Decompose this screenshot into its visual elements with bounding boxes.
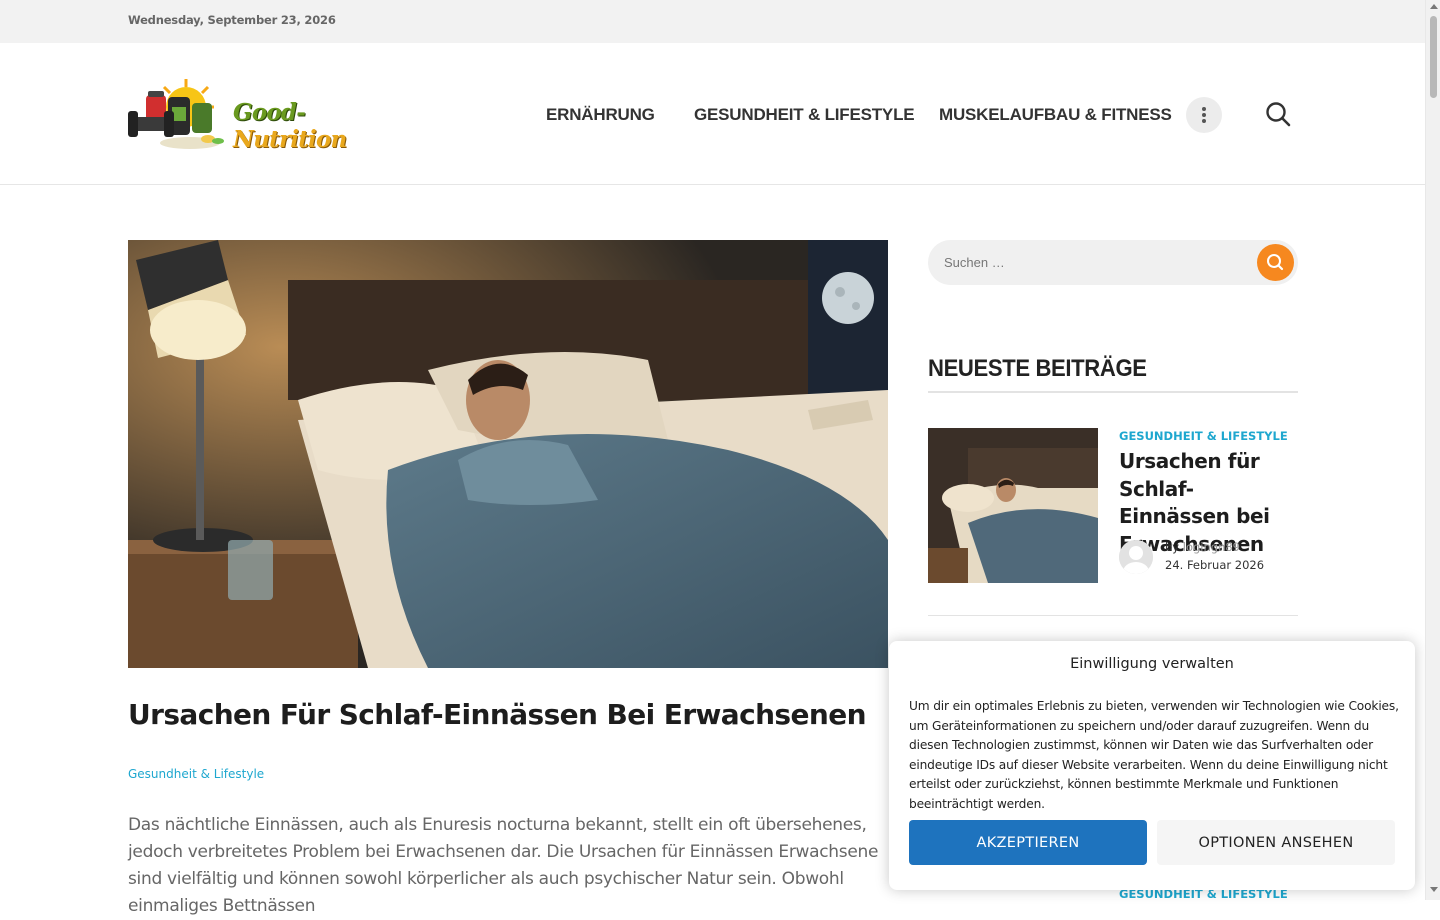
sidebar-search-button[interactable] [1257, 244, 1294, 281]
dot [1202, 113, 1206, 117]
recent-post-category[interactable]: GESUNDHEIT & LIFESTYLE [1119, 429, 1288, 443]
search-icon [1266, 102, 1291, 127]
accept-button[interactable]: AKZEPTIEREN [909, 820, 1147, 865]
logo-text: Good-Nutrition [233, 99, 347, 153]
view-options-button[interactable]: OPTIONEN ANSEHEN [1157, 820, 1395, 865]
nav-item-ernaehrung[interactable]: ERNÄHRUNG [546, 105, 655, 125]
divider [928, 391, 1298, 393]
sidebar-search-input[interactable] [944, 252, 1244, 272]
sleeping-man-thumbnail-image [928, 428, 1098, 583]
dots-vertical-icon [1202, 107, 1206, 111]
post-title[interactable]: Ursachen Für Schlaf-Einnässen Bei Erwach… [128, 698, 867, 731]
post-featured-image[interactable] [128, 240, 888, 668]
scrollbar-thumb[interactable] [1430, 16, 1437, 98]
recent-post-byline: by logingn89 [1165, 540, 1240, 554]
recent-post-date: 24. Februar 2026 [1165, 558, 1265, 572]
top-bar: Wednesday, September 23, 2026 [0, 0, 1425, 43]
nav-item-muskelaufbau-fitness[interactable]: MUSKELAUFBAU & FITNESS [939, 105, 1172, 125]
page-scrollbar[interactable] [1425, 0, 1440, 900]
recent-posts-heading: NEUESTE BEITRÄGE [928, 355, 1147, 382]
author-link[interactable]: logingn89 [1183, 540, 1240, 554]
post-excerpt: Das nächtliche Einnässen, auch als Enure… [128, 815, 879, 916]
author-avatar[interactable] [1119, 540, 1153, 574]
recent-post-thumbnail[interactable] [928, 428, 1098, 583]
divider [928, 615, 1298, 616]
search-icon [1267, 254, 1284, 271]
consent-title: Einwilligung verwalten [1070, 656, 1234, 672]
nav-item-gesundheit-lifestyle[interactable]: GESUNDHEIT & LIFESTYLE [694, 105, 915, 125]
header-search-button[interactable] [1264, 100, 1292, 128]
more-menu-button[interactable] [1186, 97, 1222, 133]
cookie-consent-dialog: Einwilligung verwalten Um dir ein optima… [889, 641, 1415, 890]
byline-prefix: by [1165, 540, 1180, 554]
sidebar-search-form [928, 240, 1298, 285]
post-category-link[interactable]: Gesundheit & Lifestyle [128, 767, 264, 781]
consent-text: Um dir ein optimales Erlebnis zu bieten,… [909, 699, 1399, 811]
scroll-down-arrow-icon[interactable] [1430, 887, 1438, 892]
sleeping-man-image [128, 240, 888, 668]
dot [1202, 119, 1206, 123]
user-avatar-icon [1119, 540, 1153, 574]
site-logo[interactable]: Good-Nutrition [128, 77, 394, 153]
scroll-up-arrow-icon[interactable] [1430, 4, 1438, 9]
logo-emblem-icon [128, 79, 224, 149]
current-date: Wednesday, September 23, 2026 [128, 13, 336, 27]
